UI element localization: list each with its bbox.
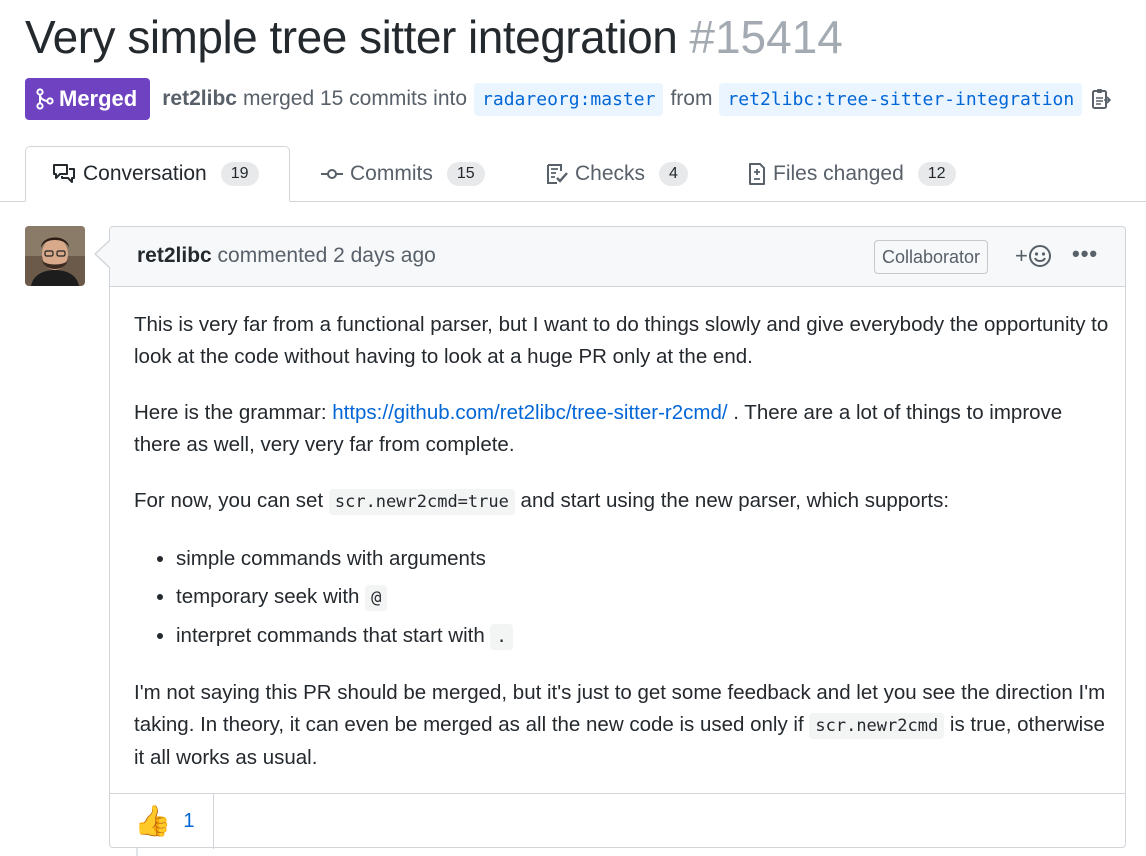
pr-title-row: Very simple tree sitter integration #1541…: [25, 10, 843, 64]
list-item-text: interpret commands that start with: [176, 624, 491, 647]
grammar-link[interactable]: https://github.com/ret2libc/tree-sitter-…: [332, 401, 727, 424]
pr-author-link[interactable]: ret2libc: [162, 87, 237, 111]
pr-number: #15414: [689, 11, 843, 63]
avatar[interactable]: [25, 226, 85, 286]
inline-code: @: [365, 584, 388, 611]
comment-author-link[interactable]: ret2libc: [137, 244, 212, 267]
pr-meta: Merged ret2libc merged 15 commits into r…: [25, 78, 1112, 120]
comment-body: This is very far from a functional parse…: [134, 309, 1114, 798]
merge-summary: ret2libc merged 15 commits into radareor…: [162, 82, 1112, 116]
merged-state-badge: Merged: [25, 78, 151, 120]
tab-commits-label: Commits: [350, 162, 433, 185]
tab-files-changed[interactable]: Files changed 12: [748, 146, 956, 202]
thumbs-up-icon: 👍: [134, 804, 172, 838]
pr-tabs: Conversation 19 Commits 15 Checks 4 File…: [0, 146, 1146, 202]
comment-options-kebab-icon[interactable]: •••: [1072, 241, 1098, 267]
paragraph-intro: This is very far from a functional parse…: [134, 313, 1109, 368]
comment-pointer-fill: [96, 241, 110, 267]
comment-reactions: 👍 1: [110, 793, 1125, 850]
list-item-text: temporary seek with: [176, 584, 366, 608]
comment-meta: ret2libc commented 2 days ago: [137, 244, 436, 268]
list-item-text: simple commands with arguments: [176, 547, 486, 570]
plus-label: +: [1015, 243, 1028, 268]
paragraph-usage: For now, you can set scr.newr2cmd=true a…: [134, 485, 1114, 518]
tab-files-changed-count: 12: [917, 162, 956, 186]
usage-prefix: For now, you can set: [134, 489, 329, 512]
paragraph-conclusion: I'm not saying this PR should be merged,…: [134, 677, 1114, 774]
list-item: simple commands with arguments: [176, 540, 1114, 578]
tab-conversation-count: 19: [220, 162, 259, 186]
comment-header: ret2libc commented 2 days ago Collaborat…: [110, 227, 1125, 287]
list-item: interpret commands that start with .: [176, 617, 1114, 657]
copy-branch-icon[interactable]: [1091, 87, 1112, 111]
from-text: from: [670, 87, 713, 110]
features-list: simple commands with arguments temporary…: [134, 540, 1114, 657]
tab-conversation[interactable]: Conversation 19: [25, 146, 290, 202]
base-branch[interactable]: radareorg:master: [474, 82, 664, 116]
file-diff-icon: [749, 163, 765, 185]
merged-label: Merged: [59, 86, 138, 111]
inline-code: .: [490, 624, 513, 650]
tab-conversation-label: Conversation: [83, 162, 207, 185]
comment-discussion-icon: [53, 164, 75, 183]
tab-checks[interactable]: Checks 4: [546, 146, 688, 202]
inline-code-setting: scr.newr2cmd=true: [328, 489, 515, 515]
usage-suffix: and start using the new parser, which su…: [514, 489, 950, 512]
tab-commits[interactable]: Commits 15: [321, 146, 485, 202]
merge-summary-text: merged 15 commits into: [242, 87, 468, 110]
list-item: temporary seek with @: [176, 578, 1114, 618]
reaction-count: 1: [183, 810, 195, 832]
add-reaction-button[interactable]: +: [1015, 243, 1052, 269]
timeline-line: [136, 848, 138, 856]
comment-box: ret2libc commented 2 days ago Collaborat…: [109, 226, 1126, 850]
thumbs-up-reaction-button[interactable]: 👍 1: [110, 794, 214, 849]
tab-commits-count: 15: [446, 162, 485, 186]
git-merge-icon: [36, 88, 54, 110]
comment-action[interactable]: commented 2 days ago: [218, 244, 436, 267]
paragraph-grammar: Here is the grammar: https://github.com/…: [134, 397, 1114, 461]
grammar-prefix: Here is the grammar:: [134, 401, 333, 424]
tab-checks-label: Checks: [575, 162, 646, 185]
inline-code-setting: scr.newr2cmd: [809, 712, 945, 739]
pr-title: Very simple tree sitter integration: [25, 11, 678, 63]
commit-icon: [321, 169, 343, 179]
tab-files-changed-label: Files changed: [773, 162, 904, 185]
smiley-icon: [1028, 245, 1051, 267]
checklist-icon: [547, 164, 568, 184]
tab-checks-count: 4: [659, 162, 688, 186]
head-branch[interactable]: ret2libc:tree-sitter-integration: [719, 82, 1083, 116]
collaborator-badge: Collaborator: [874, 240, 989, 274]
